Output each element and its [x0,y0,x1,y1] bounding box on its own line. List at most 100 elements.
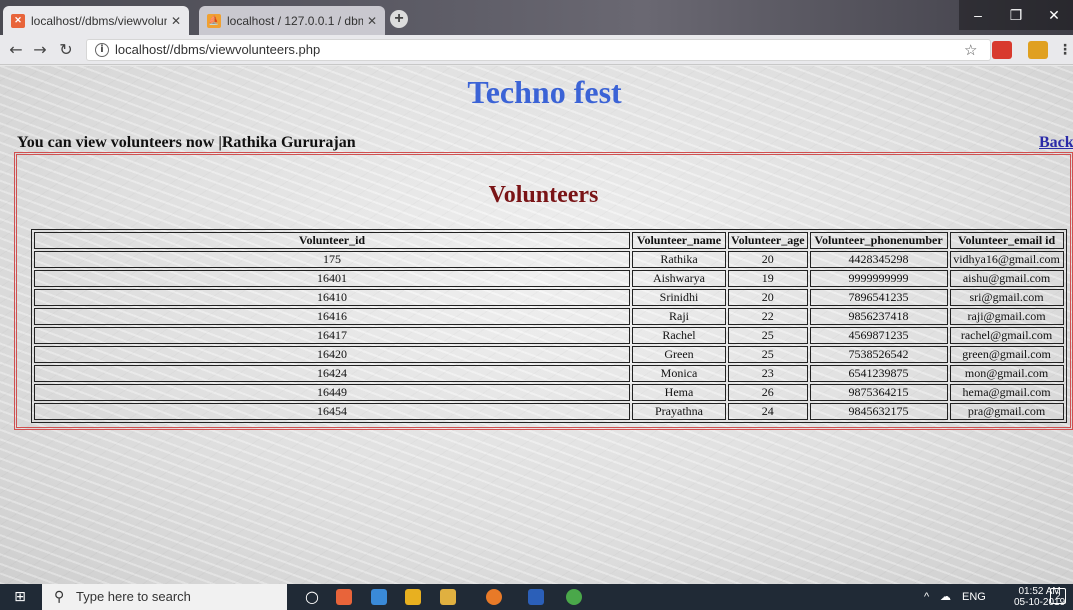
table-cell: sri@gmail.com [949,289,1064,306]
tab-title: localhost / 127.0.0.1 / dbms_onli [227,13,363,28]
table-cell: 19 [728,270,808,287]
column-header: Volunteer_name [632,232,726,249]
url-text: localhost//dbms/viewvolunteers.php [115,42,321,57]
table-cell: hema@gmail.com [949,384,1064,401]
windows-start-icon[interactable]: ⊞ [0,584,40,610]
close-window-icon[interactable]: ✕ [1035,0,1073,30]
reload-icon[interactable]: ↻ [56,40,76,60]
table-cell: raji@gmail.com [949,308,1064,325]
table-row: 16410 Srinidhi 20 7896541235 sri@gmail.com [34,289,1064,306]
extension-icon[interactable] [1028,41,1048,59]
taskbar-search-box[interactable]: ⚲ Type here to search [42,584,287,610]
close-tab-icon[interactable]: ✕ [367,14,377,28]
table-cell: 24 [728,403,808,420]
back-link[interactable]: Back [1039,133,1073,153]
forward-arrow-icon[interactable]: → [30,40,50,60]
volunteers-panel: Volunteers Volunteer_id Volunteer_name V… [14,152,1073,430]
table-cell: 16401 [34,270,630,287]
back-arrow-icon[interactable]: ← [6,40,26,60]
table-cell: 16410 [34,289,630,306]
chrome-icon[interactable] [566,589,582,605]
table-cell: Hema [632,384,726,401]
sublime-taskbar-icon[interactable] [405,589,421,605]
welcome-text: You can view volunteers now |Rathika Gur… [17,134,356,151]
table-cell: 25 [728,327,808,344]
table-cell: 9875364215 [809,384,948,401]
close-tab-icon[interactable]: ✕ [171,14,181,28]
windows-taskbar: ⊞ ⚲ Type here to search ○ ^ ☁ ENG 01:52 … [0,584,1073,610]
table-cell: 4428345298 [809,251,948,268]
table-cell: Prayathna [632,403,726,420]
table-cell: Rachel [632,327,726,344]
info-icon[interactable]: i [95,43,109,57]
new-tab-button[interactable]: + [390,10,408,28]
search-icon: ⚲ [54,589,65,605]
table-cell: Srinidhi [632,289,726,306]
vscode-taskbar-icon[interactable] [371,589,387,605]
column-header: Volunteer_phonenumber [809,232,948,249]
table-cell: 9999999999 [809,270,948,287]
column-header: Volunteer_email id [949,232,1064,249]
tray-chevron-icon[interactable]: ^ [924,584,929,610]
xampp-icon: ✕ [11,13,25,28]
table-cell: 20 [728,289,808,306]
table-cell: 16424 [34,365,630,382]
page-content: Techno fest You can view volunteers now … [0,66,1073,584]
minimize-icon[interactable]: – [959,0,997,30]
table-cell: aishu@gmail.com [949,270,1064,287]
table-row: 16401 Aishwarya 19 9999999999 aishu@gmail.co… [34,270,1064,287]
bookmark-star-icon[interactable]: ☆ [964,40,977,60]
table-cell: Raji [632,308,726,325]
table-cell: 6541239875 [809,365,948,382]
table-row: 16420 Green 25 7538526542 green@gmail.com [34,346,1064,363]
table-cell: Monica [632,365,726,382]
table-cell: 16417 [34,327,630,344]
tab-phpmyadmin[interactable]: ⛵ localhost / 127.0.0.1 / dbms_onli ✕ [199,6,385,35]
table-cell: rachel@gmail.com [949,327,1064,344]
section-heading: Volunteers [488,182,599,208]
cortana-icon[interactable]: ○ [305,584,319,610]
table-cell: 16420 [34,346,630,363]
column-header: Volunteer_id [34,232,630,249]
table-cell: 16449 [34,384,630,401]
table-cell: 7538526542 [809,346,948,363]
table-cell: 20 [728,251,808,268]
maximize-icon[interactable]: ❐ [997,0,1035,30]
xampp-taskbar-icon[interactable] [336,589,352,605]
table-cell: 9856237418 [809,308,948,325]
table-cell: Rathika [632,251,726,268]
site-title: Techno fest [467,74,622,110]
firefox-icon[interactable] [486,589,502,605]
tab-title: localhost//dbms/viewvolunteers [31,13,167,28]
table-cell: 26 [728,384,808,401]
tab-viewvolunteers[interactable]: ✕ localhost//dbms/viewvolunteers ✕ [3,6,189,35]
table-cell: 23 [728,365,808,382]
search-placeholder: Type here to search [76,589,191,604]
table-cell: Green [632,346,726,363]
cloud-icon[interactable]: ☁ [940,584,951,610]
browser-toolbar: ← → ↻ i localhost//dbms/viewvolunteers.p… [0,35,1073,65]
address-bar[interactable]: i localhost//dbms/viewvolunteers.php [86,39,991,61]
table-cell: 7896541235 [809,289,948,306]
browser-menu-icon[interactable]: ⋮ [1058,41,1072,59]
word-icon[interactable] [528,589,544,605]
table-cell: mon@gmail.com [949,365,1064,382]
table-row: 16416 Raji 22 9856237418 raji@gmail.com [34,308,1064,325]
table-cell: 16416 [34,308,630,325]
table-row: 16424 Monica 23 6541239875 mon@gmail.com [34,365,1064,382]
table-cell: 175 [34,251,630,268]
table-body: 175 Rathika 20 4428345298 vidhya16@gmail.com… [34,251,1064,420]
table-row: 16449 Hema 26 9875364215 hema@gmail.com [34,384,1064,401]
browser-tab-bar: ✕ localhost//dbms/viewvolunteers ✕ ⛵ loc… [0,0,1073,35]
notification-icon[interactable]: 2 [1050,588,1066,604]
file-explorer-icon[interactable] [440,589,456,605]
table-cell: 16454 [34,403,630,420]
pdf-extension-icon[interactable] [992,41,1012,59]
table-cell: pra@gmail.com [949,403,1064,420]
table-cell: 25 [728,346,808,363]
column-header: Volunteer_age [728,232,808,249]
table-row: 16454 Prayathna 24 9845632175 pra@gmail.com [34,403,1064,420]
language-indicator[interactable]: ENG [962,584,986,610]
volunteers-table: Volunteer_id Volunteer_name Volunteer_ag… [31,229,1067,423]
phpmyadmin-icon: ⛵ [207,13,221,28]
